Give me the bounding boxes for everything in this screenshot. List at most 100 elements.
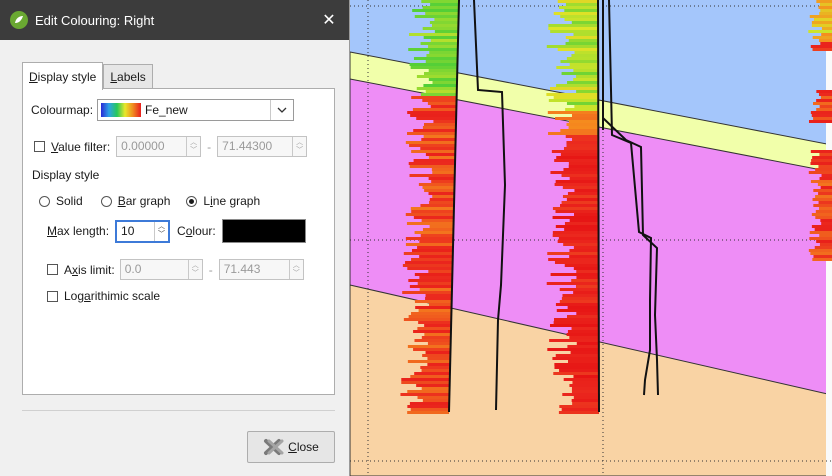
drillhole-interval-bar [428,69,458,72]
drillhole-interval-bar [427,363,451,366]
axis-limit-checkbox[interactable] [47,264,58,275]
drillhole-interval-bar [418,321,452,324]
drillhole-interval-bar [411,249,453,252]
drillhole-interval-bar [562,294,599,297]
drillhole-interval-bar [811,213,832,216]
colour-label: Colour: [177,224,216,238]
drillhole-interval-bar [559,6,599,9]
drillhole-interval-bar [560,204,599,207]
drillhole-interval-bar [413,159,456,162]
drillhole-interval-bar [559,300,599,303]
drillhole-interval-bar [810,180,832,183]
drillhole-interval-bar [553,372,599,375]
drillhole-interval-bar [571,390,599,393]
drillhole-interval-bar [813,255,832,258]
drillhole-interval-bar [569,336,599,339]
radio-bar-graph-label: Bar graph [117,194,171,208]
max-length-spinner[interactable]: 10 ︿ ﹀ [115,219,171,243]
dialog-separator [22,410,335,411]
spin-arrows-icon: ︿ ﹀ [288,260,303,279]
drillhole-interval-bar [562,186,599,189]
drillhole-interval-bar [818,201,832,204]
radio-solid-label: Solid [56,194,83,208]
drillhole-interval-bar [427,102,457,105]
drillhole-interval-bar [574,51,599,54]
drillhole-interval-bar [427,342,451,345]
spin-arrows-icon[interactable]: ︿ ﹀ [154,221,168,241]
close-button[interactable]: Close [247,431,335,463]
drillhole-interval-bar [420,93,457,96]
drillhole-interval-bar [563,168,599,171]
radio-bar-graph[interactable] [100,195,112,207]
drillhole-interval-bar [565,108,599,111]
drillhole-interval-bar [407,390,450,393]
drillhole-interval-bar [567,192,599,195]
drillhole-interval-bar [405,237,454,240]
drillhole-interval-bar [568,162,599,165]
drillhole-interval-bar [810,162,832,165]
drillhole-interval-bar [413,216,454,219]
drillhole-interval-bar [402,264,453,267]
drillhole-interval-bar [431,24,459,27]
drillhole-interval-bar [431,180,455,183]
drillhole-interval-bar [555,225,599,228]
drillhole-interval-bar [820,42,832,45]
chevron-down-icon[interactable] [270,100,293,120]
drillhole-interval-bar [554,366,599,369]
drillhole-interval-bar [412,108,457,111]
colour-swatch-button[interactable] [221,219,306,243]
tab-display-style[interactable]: Display style [22,62,104,90]
drillhole-interval-bar [559,369,599,372]
drillhole-interval-bar [813,189,832,192]
drillhole-interval-bar [414,300,452,303]
drillhole-interval-bar [416,75,458,78]
close-x-icon [263,438,285,456]
app-logo-icon [10,11,28,29]
spin-arrows-icon: ︿ ﹀ [186,137,200,156]
drillhole-interval-bar [422,27,459,30]
drillhole-interval-bar [407,111,457,114]
drillhole-interval-bar [812,48,832,51]
drillhole-interval-bar [811,24,832,27]
drillhole-interval-bar [813,18,832,21]
drillhole-interval-bar [565,42,599,45]
drillhole-interval-bar [563,147,599,150]
drillhole-interval-bar [571,399,599,402]
drillhole-interval-bar [820,219,832,222]
radio-solid[interactable] [39,195,50,207]
drillhole-interval-bar [557,48,599,51]
drillhole-interval-bar [556,309,599,312]
colourmap-select[interactable]: Fe_new [97,99,295,121]
drillhole-interval-bar [408,48,458,51]
drillhole-interval-bar [813,117,832,120]
drillhole-interval-bar [413,330,451,333]
drillhole-interval-bar [815,168,832,171]
drillhole-interval-bar [560,15,599,18]
drillhole-interval-bar [407,267,453,270]
drillhole-interval-bar [546,45,599,48]
drillhole-interval-bar [549,324,599,327]
drillhole-interval-bar [571,54,599,57]
drillhole-interval-bar [561,174,599,177]
value-filter-checkbox[interactable] [34,141,45,152]
drillhole-interval-bar [548,24,599,27]
drillhole-interval-bar [548,132,599,135]
colourmap-name: Fe_new [145,103,188,117]
close-icon[interactable]: ✕ [319,10,339,30]
drillhole-interval-bar [576,312,599,315]
radio-line-graph[interactable] [186,195,198,207]
drillhole-interval-bar [565,3,599,6]
drillhole-interval-bar [414,273,453,276]
drillhole-interval-bar [821,174,832,177]
log-scale-checkbox[interactable] [47,290,58,302]
drillhole-interval-bar [413,348,451,351]
drillhole-interval-bar [574,213,599,216]
tab-labels[interactable]: Labels [103,64,153,89]
drillhole-interval-bar [816,0,832,3]
drillhole-interval-bar [405,261,453,264]
drillhole-interval-bar [420,366,451,369]
close-button-label: Close [288,440,319,454]
drillhole-interval-bar [410,207,454,210]
drillhole-interval-bar [810,45,832,48]
drillhole-interval-bar [562,393,599,396]
